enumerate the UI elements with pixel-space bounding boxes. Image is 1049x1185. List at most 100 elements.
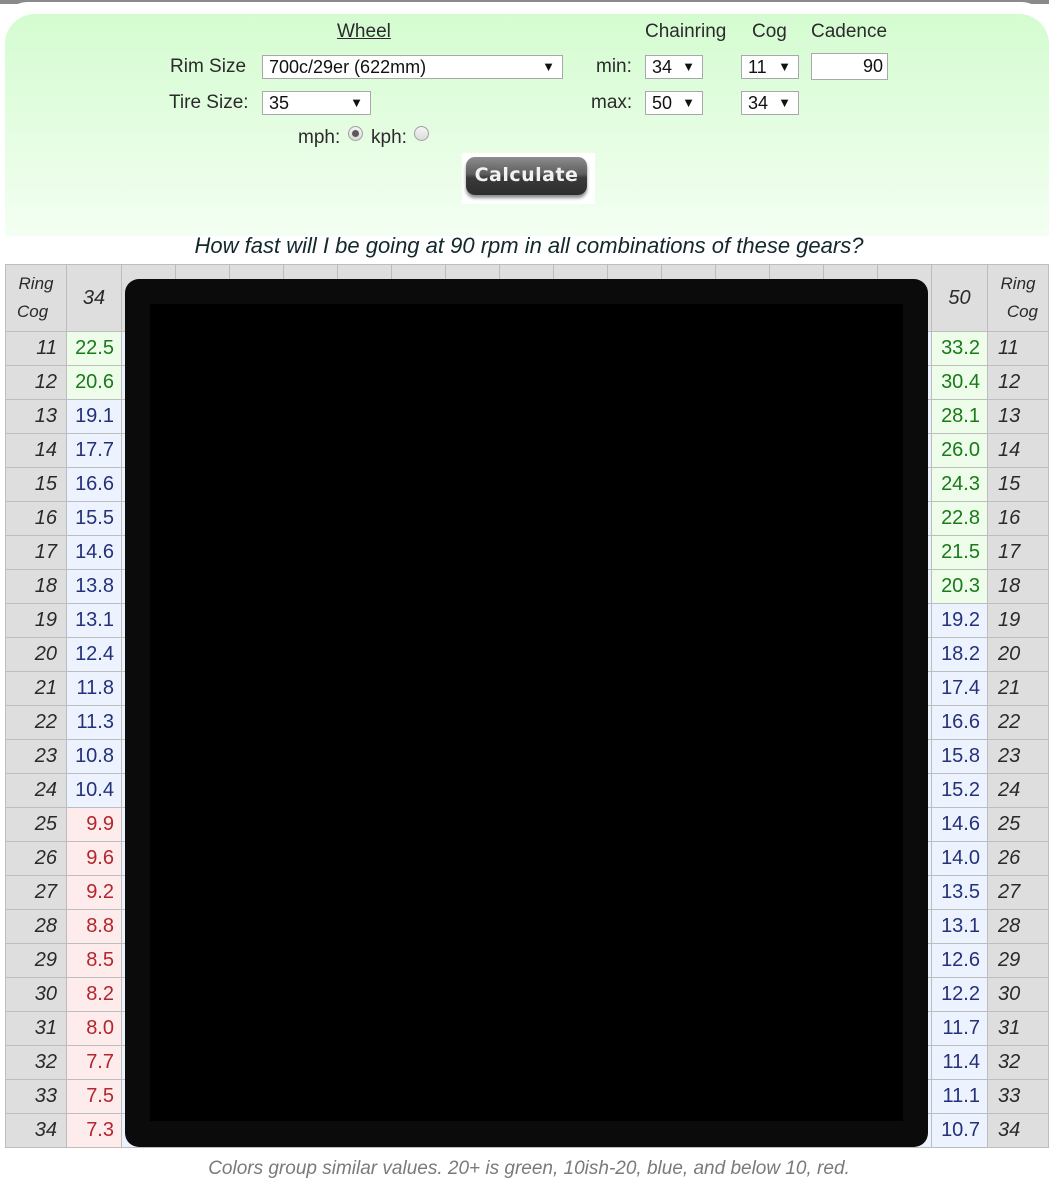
cog-label: 33: [5, 1079, 67, 1114]
cog-label: 30: [987, 977, 1049, 1012]
speed-cell-ring-34: 9.9: [66, 807, 122, 842]
speed-cell-ring-50: 13.1: [931, 909, 988, 944]
speed-cell-ring-34: 16.6: [66, 467, 122, 502]
speed-cell-ring-34: 10.8: [66, 739, 122, 774]
mph-radio[interactable]: [348, 126, 363, 141]
speed-cell-ring-34: 7.3: [66, 1113, 122, 1148]
cog-min-select[interactable]: 11 ▼: [741, 55, 799, 79]
chainring-max-select[interactable]: 50 ▼: [645, 91, 703, 115]
cog-label: 31: [987, 1011, 1049, 1046]
speed-cell-ring-34: 15.5: [66, 501, 122, 536]
cog-label: 15: [987, 467, 1049, 502]
cog-label: 27: [5, 875, 67, 910]
speed-cell-ring-34: 7.5: [66, 1079, 122, 1114]
tire-size-select[interactable]: 35 ▼: [262, 91, 371, 115]
cog-label: 17: [5, 535, 67, 570]
rim-size-label: Rim Size: [170, 56, 247, 77]
cog-label: 24: [987, 773, 1049, 808]
chevron-down-icon: ▼: [542, 59, 555, 74]
cog-label: 33: [987, 1079, 1049, 1114]
speed-cell-ring-50: 20.3: [931, 569, 988, 604]
cog-min-value: 11: [748, 57, 767, 77]
speed-cell-ring-50: 15.2: [931, 773, 988, 808]
cog-label: 32: [5, 1045, 67, 1080]
speed-cell-ring-50: 13.5: [931, 875, 988, 910]
cadence-input[interactable]: 90: [811, 53, 888, 80]
cog-label: 19: [987, 603, 1049, 638]
chainring-heading: Chainring: [645, 21, 727, 42]
cog-label: 13: [987, 399, 1049, 434]
chevron-down-icon: ▼: [778, 95, 791, 110]
cog-label: 24: [5, 773, 67, 808]
cog-label: 20: [987, 637, 1049, 672]
cog-label: 26: [5, 841, 67, 876]
speed-cell-ring-34: 11.3: [66, 705, 122, 740]
speed-cell-ring-34: 14.6: [66, 535, 122, 570]
speed-cell-ring-50: 10.7: [931, 1113, 988, 1148]
cog-label: 25: [987, 807, 1049, 842]
mph-label: mph:: [298, 127, 341, 148]
speed-cell-ring-34: 10.4: [66, 773, 122, 808]
cog-label: 13: [5, 399, 67, 434]
speed-cell-ring-50: 24.3: [931, 467, 988, 502]
chainring-min-select[interactable]: 34 ▼: [645, 55, 703, 79]
speed-cell-ring-50: 14.0: [931, 841, 988, 876]
cog-label: 28: [5, 909, 67, 944]
cog-label: 12: [5, 365, 67, 400]
speed-cell-ring-50: 11.4: [931, 1045, 988, 1080]
chevron-down-icon: ▼: [682, 95, 695, 110]
cog-label: 17: [987, 535, 1049, 570]
speed-cell-ring-50: 19.2: [931, 603, 988, 638]
cog-heading: Cog: [752, 21, 787, 42]
cog-label: 16: [5, 501, 67, 536]
calculate-button[interactable]: Calculate: [466, 157, 587, 195]
ring-header-34: 34: [66, 264, 122, 332]
rim-size-select[interactable]: 700c/29er (622mm) ▼: [262, 55, 563, 79]
wheel-heading: Wheel: [337, 21, 391, 42]
cog-label: 22: [5, 705, 67, 740]
kph-radio[interactable]: [414, 126, 429, 141]
speed-cell-ring-34: 12.4: [66, 637, 122, 672]
redaction-overlay: [125, 279, 928, 1147]
cog-label: 21: [987, 671, 1049, 706]
speed-cell-ring-50: 16.6: [931, 705, 988, 740]
speed-cell-ring-50: 26.0: [931, 433, 988, 468]
cog-label: 11: [5, 331, 67, 366]
corner-header-left: Ring Cog: [5, 264, 67, 332]
cog-label: 23: [5, 739, 67, 774]
cog-label: 23: [987, 739, 1049, 774]
speed-cell-ring-50: 22.8: [931, 501, 988, 536]
cog-corner-label: Cog: [1006, 302, 1038, 321]
cog-label: 19: [5, 603, 67, 638]
cog-label: 25: [5, 807, 67, 842]
chainring-min-value: 34: [652, 57, 673, 77]
speed-cell-ring-34: 8.8: [66, 909, 122, 944]
speed-cell-ring-50: 18.2: [931, 637, 988, 672]
speed-cell-ring-50: 14.6: [931, 807, 988, 842]
speed-cell-ring-34: 7.7: [66, 1045, 122, 1080]
cog-label: 22: [987, 705, 1049, 740]
cog-label: 18: [5, 569, 67, 604]
redaction-overlay-inner: [150, 304, 903, 1121]
cog-label: 31: [5, 1011, 67, 1046]
tire-size-value: 35: [269, 93, 290, 113]
max-label: max:: [591, 92, 633, 113]
cog-max-value: 34: [748, 93, 769, 113]
speed-cell-ring-50: 33.2: [931, 331, 988, 366]
cog-label: 14: [987, 433, 1049, 468]
speed-cell-ring-34: 13.8: [66, 569, 122, 604]
speed-cell-ring-34: 8.5: [66, 943, 122, 978]
speed-cell-ring-34: 13.1: [66, 603, 122, 638]
kph-label: kph:: [371, 127, 407, 148]
speed-cell-ring-50: 11.1: [931, 1079, 988, 1114]
speed-cell-ring-50: 11.7: [931, 1011, 988, 1046]
cog-label: 16: [987, 501, 1049, 536]
speed-cell-ring-50: 12.6: [931, 943, 988, 978]
cog-label: 20: [5, 637, 67, 672]
speed-cell-ring-50: 15.8: [931, 739, 988, 774]
cog-label: 34: [5, 1113, 67, 1148]
speed-cell-ring-34: 9.2: [66, 875, 122, 910]
cog-label: 14: [5, 433, 67, 468]
chevron-down-icon: ▼: [682, 59, 695, 74]
cog-max-select[interactable]: 34 ▼: [741, 91, 799, 115]
